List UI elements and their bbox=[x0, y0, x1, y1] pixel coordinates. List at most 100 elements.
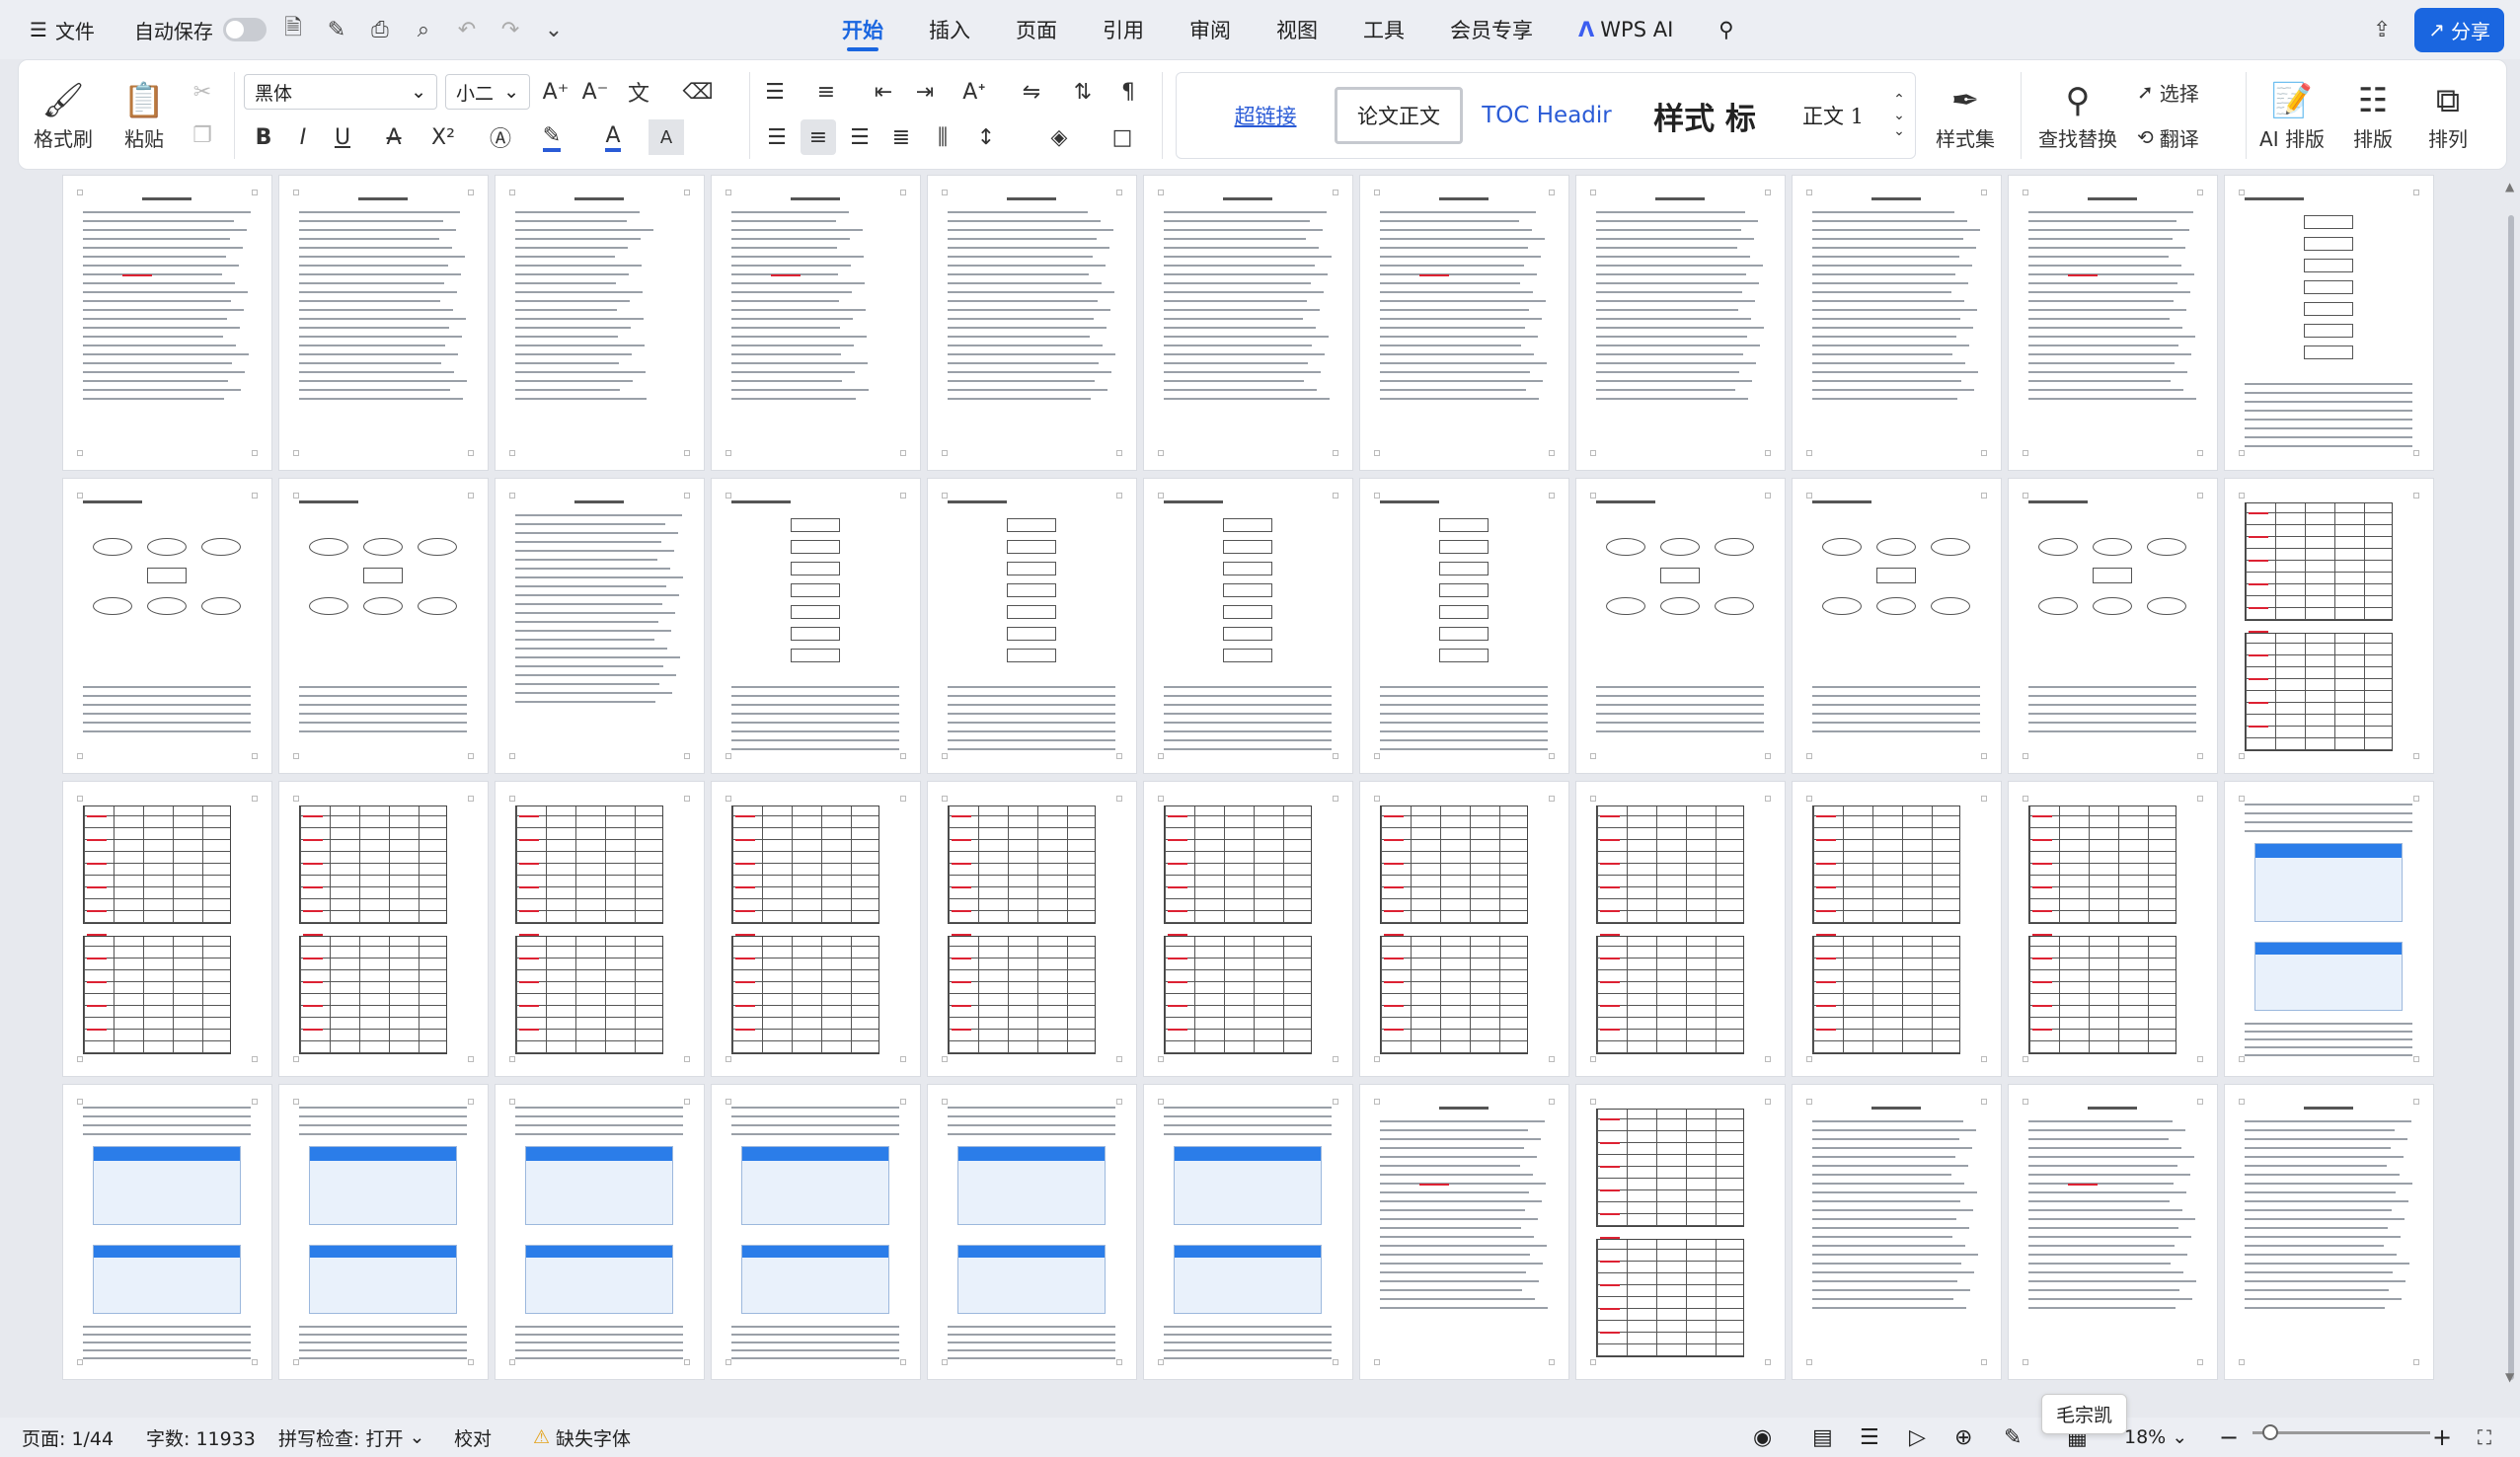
quick-access-dropdown-icon[interactable]: ⌄ bbox=[537, 13, 571, 46]
show-marks-icon[interactable]: ¶ bbox=[1110, 74, 1146, 110]
numbered-list-icon[interactable]: ≡ bbox=[808, 74, 844, 110]
page-thumbnail[interactable] bbox=[63, 1085, 271, 1379]
tab-page[interactable]: 页面 bbox=[993, 0, 1080, 59]
page-thumbnail[interactable] bbox=[1360, 1085, 1568, 1379]
print-preview-icon[interactable]: ⌕ bbox=[407, 13, 440, 46]
tab-tools[interactable]: 工具 bbox=[1340, 0, 1427, 59]
arrange-button[interactable]: ⧉ 排列 bbox=[2415, 70, 2481, 159]
font-grow-icon[interactable]: A⁺ bbox=[538, 74, 573, 110]
page-thumbnail[interactable] bbox=[63, 176, 271, 470]
page-thumbnail[interactable] bbox=[496, 176, 704, 470]
missing-font-button[interactable]: ⚠ 缺失字体 bbox=[533, 1418, 631, 1457]
page-thumbnail[interactable] bbox=[1793, 479, 2001, 773]
find-replace-button[interactable]: ⚲ 查找替换 bbox=[2030, 70, 2125, 159]
style-set-button[interactable]: ✒ 样式集 bbox=[1926, 70, 2005, 159]
zoom-level[interactable]: 18% ⌄ bbox=[2124, 1418, 2187, 1457]
page-thumbnail[interactable] bbox=[1576, 479, 1785, 773]
save-as-icon[interactable]: ✎ bbox=[320, 13, 353, 46]
line-spacing-icon[interactable]: ↕ bbox=[968, 119, 1004, 155]
zoom-in-icon[interactable]: + bbox=[2432, 1418, 2452, 1457]
phonetic-guide-icon[interactable]: 文 bbox=[621, 74, 656, 110]
scroll-down-icon[interactable]: ▼ bbox=[2505, 1370, 2514, 1384]
page-thumbnail[interactable] bbox=[1144, 782, 1352, 1076]
tab-wps-ai[interactable]: Ʌ WPS AI bbox=[1556, 0, 1696, 59]
translate-button[interactable]: ⟲ 翻译 bbox=[2137, 121, 2199, 153]
page-thumbnail[interactable] bbox=[1360, 176, 1568, 470]
page-thumbnail[interactable] bbox=[496, 1085, 704, 1379]
page-thumbnail[interactable] bbox=[1144, 1085, 1352, 1379]
print-icon[interactable]: ⎙ bbox=[363, 13, 397, 46]
style-toc-heading[interactable]: TOC Headir bbox=[1473, 87, 1621, 144]
page-thumbnail[interactable] bbox=[2225, 1085, 2433, 1379]
style-body-1[interactable]: 正文 1 bbox=[1789, 87, 1877, 144]
page-thumbnail[interactable] bbox=[2009, 782, 2217, 1076]
redo-icon[interactable]: ↷ bbox=[494, 13, 527, 46]
styles-scroll[interactable]: ⌃ ⌄ ⌄ bbox=[1889, 81, 1909, 150]
borders-icon[interactable]: □ bbox=[1105, 119, 1140, 155]
page-thumbnail[interactable] bbox=[1576, 176, 1785, 470]
page-thumbnail[interactable] bbox=[1360, 782, 1568, 1076]
cloud-upload-icon[interactable]: ⇪ bbox=[2365, 13, 2399, 46]
decrease-indent-icon[interactable]: ⇤ bbox=[866, 74, 901, 110]
page-thumbnail[interactable] bbox=[928, 176, 1136, 470]
bold-icon[interactable]: B bbox=[246, 119, 281, 155]
page-thumbnail[interactable] bbox=[279, 782, 488, 1076]
autosave-toggle[interactable]: 自动保存 bbox=[134, 16, 267, 44]
page-thumbnail[interactable] bbox=[712, 782, 920, 1076]
paste-button[interactable]: 📋 粘贴 bbox=[110, 70, 179, 159]
zoom-out-icon[interactable]: − bbox=[2219, 1418, 2239, 1457]
ai-layout-button[interactable]: 📝 AI 排版 bbox=[2252, 70, 2332, 159]
tab-review[interactable]: 审阅 bbox=[1167, 0, 1254, 59]
distributed-align-icon[interactable]: ⫼ bbox=[925, 119, 960, 155]
scroll-up-icon[interactable]: ▲ bbox=[2505, 180, 2514, 193]
page-thumbnail[interactable] bbox=[1144, 176, 1352, 470]
page-view-icon[interactable]: ▤ bbox=[1812, 1418, 1833, 1457]
write-mode-icon[interactable]: ✎ bbox=[2004, 1418, 2022, 1457]
page-thumbnail[interactable] bbox=[928, 782, 1136, 1076]
web-view-icon[interactable]: ⊕ bbox=[1954, 1418, 1972, 1457]
file-menu-button[interactable]: ☰ 文件 bbox=[20, 16, 105, 44]
page-thumbnail[interactable] bbox=[279, 176, 488, 470]
sort-icon[interactable]: ⇅ bbox=[1065, 74, 1101, 110]
zoom-slider[interactable] bbox=[2253, 1431, 2430, 1434]
eye-protection-icon[interactable]: ◉ bbox=[1753, 1418, 1772, 1457]
superscript-icon[interactable]: X² bbox=[425, 119, 461, 155]
cut-icon[interactable]: ✂ bbox=[185, 74, 220, 110]
text-effects-icon[interactable]: Ⓐ bbox=[483, 119, 518, 155]
outline-view-icon[interactable]: ☰ bbox=[1860, 1418, 1879, 1457]
page-thumbnail[interactable] bbox=[2225, 176, 2433, 470]
tab-view[interactable]: 视图 bbox=[1254, 0, 1340, 59]
page-thumbnail[interactable] bbox=[712, 176, 920, 470]
fullscreen-icon[interactable]: ⛶ bbox=[2478, 1418, 2491, 1457]
page-thumbnail[interactable] bbox=[712, 479, 920, 773]
share-button[interactable]: ↗ 分享 bbox=[2414, 7, 2504, 52]
align-left-icon[interactable]: ☰ bbox=[759, 119, 795, 155]
page-thumbnail[interactable] bbox=[2225, 479, 2433, 773]
vertical-scrollbar[interactable]: ▲ ▼ bbox=[2503, 176, 2519, 1388]
chinese-layout-icon[interactable]: ⇋ bbox=[1014, 74, 1049, 110]
italic-icon[interactable]: I bbox=[285, 119, 321, 155]
page-thumbnail[interactable] bbox=[928, 479, 1136, 773]
text-direction-icon[interactable]: Aᐩ bbox=[956, 74, 992, 110]
clear-format-icon[interactable]: ⌫ bbox=[680, 74, 716, 110]
select-button[interactable]: ➚ 选择 bbox=[2137, 76, 2199, 108]
page-thumbnail[interactable] bbox=[2009, 1085, 2217, 1379]
font-shrink-icon[interactable]: A⁻ bbox=[577, 74, 613, 110]
bullet-list-icon[interactable]: ☰ bbox=[757, 74, 793, 110]
copy-icon[interactable]: ❐ bbox=[185, 117, 220, 153]
page-thumbnail[interactable] bbox=[928, 1085, 1136, 1379]
page-thumbnail[interactable] bbox=[63, 782, 271, 1076]
tab-references[interactable]: 引用 bbox=[1080, 0, 1167, 59]
page-thumbnail[interactable] bbox=[1144, 479, 1352, 773]
underline-icon[interactable]: U bbox=[325, 119, 360, 155]
zoom-slider-knob[interactable] bbox=[2262, 1424, 2278, 1440]
page-thumbnail[interactable] bbox=[279, 479, 488, 773]
style-thesis-body[interactable]: 论文正文 bbox=[1335, 87, 1463, 144]
page-thumbnail[interactable] bbox=[1360, 479, 1568, 773]
page-indicator[interactable]: 页面: 1/44 bbox=[22, 1418, 114, 1457]
toggle-switch-icon[interactable] bbox=[222, 18, 267, 41]
font-color-icon[interactable]: A bbox=[595, 119, 631, 155]
format-painter-button[interactable]: 🖌 格式刷 bbox=[29, 70, 98, 159]
proofread-button[interactable]: 校对 bbox=[454, 1418, 492, 1457]
page-thumbnail[interactable] bbox=[2009, 176, 2217, 470]
